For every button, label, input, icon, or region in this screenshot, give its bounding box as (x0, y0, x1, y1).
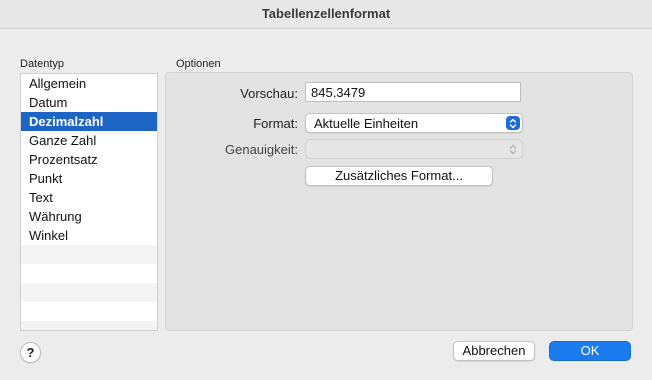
list-item[interactable]: Ganze Zahl (21, 131, 157, 150)
window-title: Tabellenzellenformat (261, 6, 391, 21)
options-group (165, 72, 633, 331)
preview-field[interactable]: 845.3479 (305, 82, 521, 102)
precision-label: Genauigkeit: (225, 142, 298, 157)
list-item[interactable]: Punkt (21, 169, 157, 188)
chevron-updown-icon (506, 142, 520, 156)
options-label: Optionen (176, 58, 221, 70)
list-item[interactable]: Text (21, 188, 157, 207)
empty-row (21, 302, 157, 321)
list-item[interactable]: Datum (21, 93, 157, 112)
empty-row (21, 264, 157, 283)
empty-row (21, 245, 157, 264)
list-item[interactable]: Währung (21, 207, 157, 226)
cancel-button[interactable]: Abbrechen (453, 341, 535, 361)
format-label: Format: (253, 116, 298, 131)
preview-label: Vorschau: (240, 86, 298, 101)
format-popup-value: Aktuelle Einheiten (314, 116, 419, 131)
chevron-updown-icon (506, 116, 520, 130)
help-icon[interactable]: ? (20, 342, 41, 363)
format-popup[interactable]: Aktuelle Einheiten (305, 113, 523, 133)
ok-button[interactable]: OK (549, 341, 631, 361)
additional-format-button[interactable]: Zusätzliches Format... (305, 166, 493, 186)
datatype-list[interactable]: Allgemein Datum Dezimalzahl Ganze Zahl P… (20, 73, 158, 331)
datatype-label: Datentyp (20, 58, 65, 70)
list-item-selected[interactable]: Dezimalzahl (21, 112, 157, 131)
list-item[interactable]: Allgemein (21, 74, 157, 93)
title-bar: Tabellenzellenformat (0, 0, 652, 29)
empty-row (21, 283, 157, 302)
empty-row (21, 321, 157, 330)
list-item[interactable]: Winkel (21, 226, 157, 245)
list-item[interactable]: Prozentsatz (21, 150, 157, 169)
precision-popup (305, 139, 523, 159)
